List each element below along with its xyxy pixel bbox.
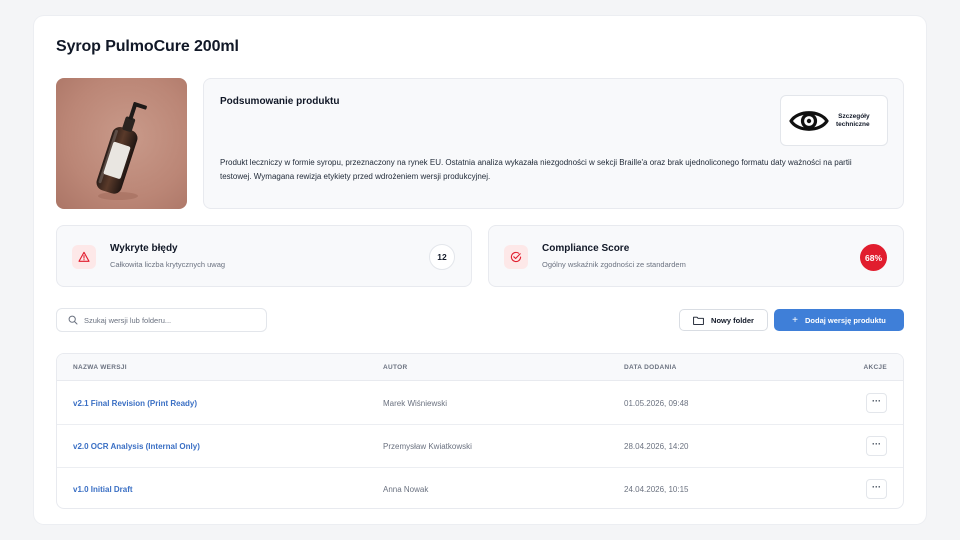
version-author: Anna Nowak bbox=[383, 485, 429, 494]
folder-icon bbox=[693, 316, 704, 325]
technical-details-button[interactable]: Szczegóły techniczne bbox=[780, 95, 888, 146]
technical-details-label: Szczegóły techniczne bbox=[836, 113, 870, 129]
header-actions: AKCJE bbox=[863, 364, 887, 371]
product-image bbox=[56, 78, 187, 209]
errors-count-badge: 12 bbox=[429, 244, 455, 270]
warning-triangle-icon bbox=[72, 245, 96, 269]
bottle-illustration bbox=[96, 101, 147, 200]
new-folder-label: Nowy folder bbox=[711, 315, 754, 325]
header-name: NAZWA WERSJI bbox=[73, 364, 127, 371]
version-name-link[interactable]: v2.0 OCR Analysis (Internal Only) bbox=[73, 442, 200, 451]
add-version-button[interactable]: + Dodaj wersję produktu bbox=[774, 309, 904, 331]
product-page: Syrop PulmoCure 200ml Podsumowanie produ… bbox=[34, 16, 926, 524]
more-actions-button[interactable]: ··· bbox=[866, 436, 887, 456]
version-date: 24.04.2026, 10:15 bbox=[624, 485, 689, 494]
check-circle-icon bbox=[504, 245, 528, 269]
table-row: v2.0 OCR Analysis (Internal Only) Przemy… bbox=[57, 425, 903, 468]
summary-title: Podsumowanie produktu bbox=[220, 96, 340, 107]
compliance-score-card: Compliance Score Ogólny wskaźnik zgodnoś… bbox=[488, 225, 904, 287]
compliance-score-subtitle: Ogólny wskaźnik zgodności ze standardem bbox=[542, 260, 686, 269]
compliance-score-badge: 68% bbox=[860, 244, 887, 271]
version-date: 28.04.2026, 14:20 bbox=[624, 442, 689, 451]
version-name-link[interactable]: v2.1 Final Revision (Print Ready) bbox=[73, 399, 197, 408]
version-date: 01.05.2026, 09:48 bbox=[624, 399, 689, 408]
technical-details-line1: Szczegóły bbox=[838, 112, 870, 120]
header-date: DATA DODANIA bbox=[624, 364, 677, 371]
search-input[interactable] bbox=[84, 315, 254, 325]
header-author: AUTOR bbox=[383, 364, 408, 371]
table-row: v2.1 Final Revision (Print Ready) Marek … bbox=[57, 382, 903, 425]
version-author: Marek Wiśniewski bbox=[383, 399, 448, 408]
page-title: Syrop PulmoCure 200ml bbox=[56, 38, 239, 55]
compliance-score-title: Compliance Score bbox=[542, 243, 630, 254]
errors-stat-card: Wykryte błędy Całkowita liczba krytyczny… bbox=[56, 225, 472, 287]
technical-details-line2: techniczne bbox=[836, 120, 870, 128]
product-summary-card: Podsumowanie produktu Produkt leczniczy … bbox=[203, 78, 904, 209]
errors-title: Wykryte błędy bbox=[110, 243, 178, 254]
search-box[interactable] bbox=[56, 308, 267, 332]
add-version-label: Dodaj wersję produktu bbox=[804, 315, 886, 325]
search-icon bbox=[68, 315, 78, 325]
version-author: Przemysław Kwiatkowski bbox=[383, 442, 472, 451]
summary-description: Produkt leczniczy w formie syropu, przez… bbox=[220, 158, 852, 181]
more-actions-button[interactable]: ··· bbox=[866, 393, 887, 413]
more-actions-button[interactable]: ··· bbox=[866, 479, 887, 499]
eye-icon bbox=[789, 110, 829, 131]
table-row: v1.0 Initial Draft Anna Nowak 24.04.2026… bbox=[57, 468, 903, 508]
versions-table: NAZWA WERSJI AUTOR DATA DODANIA AKCJE v2… bbox=[56, 353, 904, 509]
version-name-link[interactable]: v1.0 Initial Draft bbox=[73, 485, 133, 494]
table-header: NAZWA WERSJI AUTOR DATA DODANIA AKCJE bbox=[57, 354, 903, 381]
new-folder-button[interactable]: Nowy folder bbox=[679, 309, 768, 331]
errors-subtitle: Całkowita liczba krytycznych uwag bbox=[110, 260, 226, 269]
plus-icon: + bbox=[792, 314, 798, 326]
